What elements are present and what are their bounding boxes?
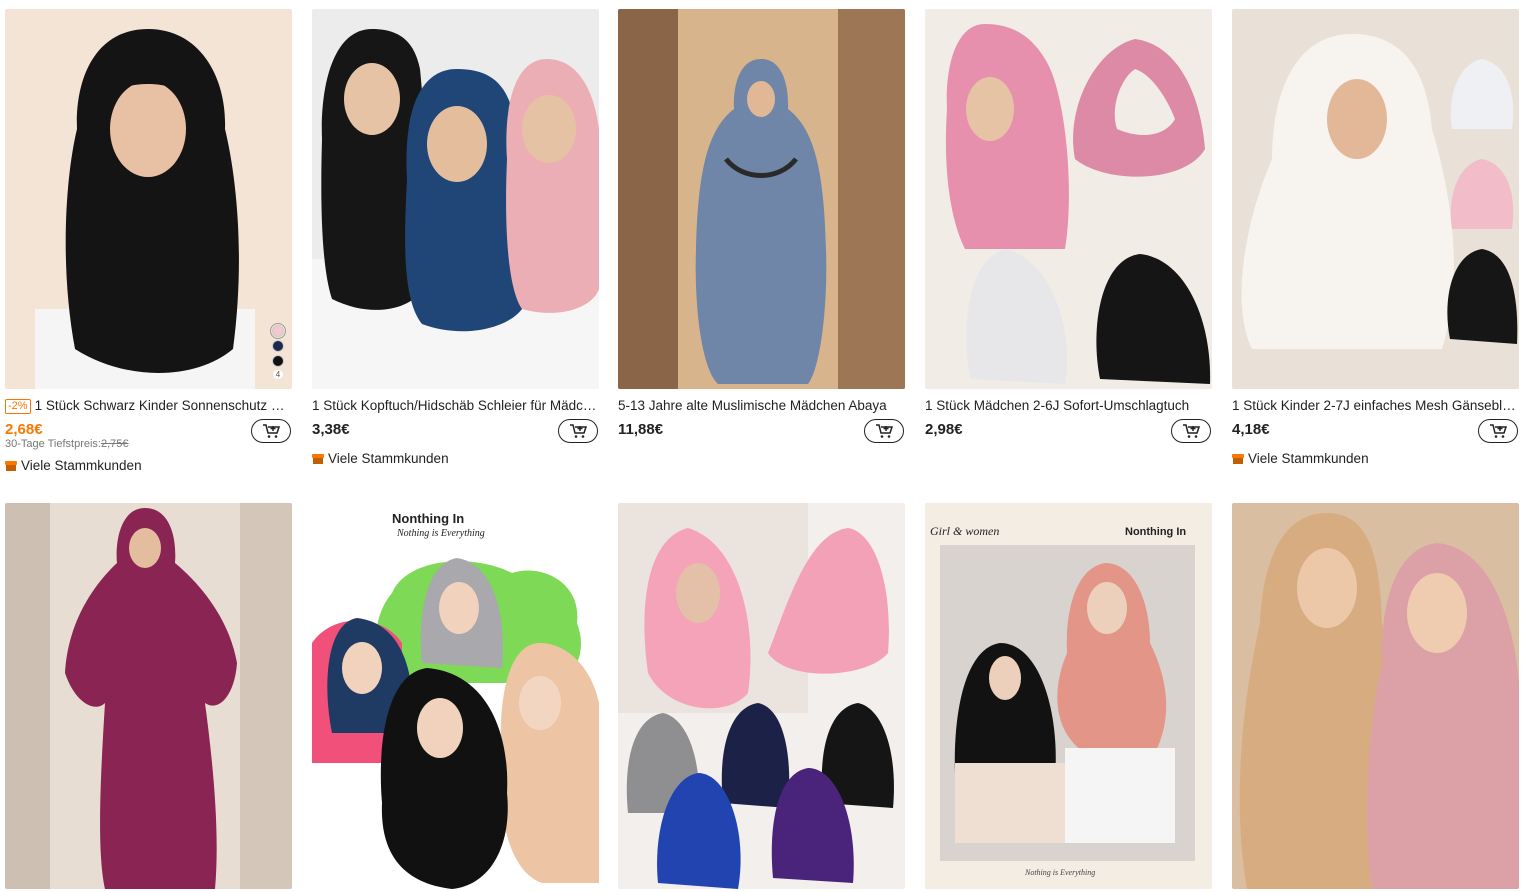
add-to-cart-button[interactable] bbox=[1171, 419, 1211, 443]
product-title[interactable]: 1 Stück Kopftuch/Hidschäb Schleier für M… bbox=[312, 397, 599, 414]
add-to-cart-icon bbox=[570, 424, 587, 438]
product-image[interactable] bbox=[618, 503, 905, 889]
store-icon bbox=[5, 460, 17, 471]
product-price: 4,18€ bbox=[1232, 421, 1270, 438]
product-image[interactable]: Girl & women Nonthing In Nothing is Ever… bbox=[925, 503, 1212, 889]
product-title[interactable]: 1 Stück Kinder 2-7J einfaches Mesh Gänse… bbox=[1232, 397, 1519, 414]
color-swatches: 4 bbox=[270, 323, 286, 379]
product-price: 2,98€ bbox=[925, 421, 963, 438]
swatch[interactable] bbox=[272, 340, 284, 352]
add-to-cart-button[interactable] bbox=[251, 419, 291, 443]
add-to-cart-button[interactable] bbox=[558, 419, 598, 443]
product-title[interactable]: -2% 1 Stück Schwarz Kinder Sonnenschutz H… bbox=[5, 397, 292, 414]
product-image[interactable] bbox=[5, 503, 292, 889]
add-to-cart-icon bbox=[1490, 424, 1507, 438]
swatch-count: 4 bbox=[272, 370, 284, 379]
product-image[interactable] bbox=[925, 9, 1212, 389]
discount-badge: -2% bbox=[5, 399, 31, 414]
customer-tag: Viele Stammkunden bbox=[5, 458, 142, 473]
lowest-price: 30-Tage Tiefstpreis:2,75€ bbox=[5, 438, 129, 450]
product-price: 2,68€ bbox=[5, 421, 43, 438]
add-to-cart-icon bbox=[263, 424, 280, 438]
product-image[interactable]: 4 bbox=[5, 9, 292, 389]
store-icon bbox=[1232, 453, 1244, 464]
add-to-cart-icon bbox=[1183, 424, 1200, 438]
customer-tag: Viele Stammkunden bbox=[312, 451, 449, 466]
product-title[interactable]: 5-13 Jahre alte Muslimische Mädchen Abay… bbox=[618, 397, 905, 414]
product-image[interactable]: Nonthing In Nothing is Everything bbox=[312, 503, 599, 889]
slogan-text: Nothing is Everything bbox=[396, 528, 485, 539]
product-image[interactable] bbox=[1232, 503, 1519, 889]
brand-text: Nonthing In bbox=[1125, 526, 1186, 538]
product-image[interactable] bbox=[618, 9, 905, 389]
add-to-cart-icon bbox=[876, 424, 893, 438]
swatch[interactable] bbox=[272, 355, 284, 367]
customer-tag: Viele Stammkunden bbox=[1232, 451, 1369, 466]
product-title[interactable]: 1 Stück Mädchen 2-6J Sofort-Umschlagtuch bbox=[925, 397, 1212, 414]
product-image[interactable] bbox=[1232, 9, 1519, 389]
brand-text: Nonthing In bbox=[392, 511, 464, 526]
store-icon bbox=[312, 453, 324, 464]
product-price: 11,88€ bbox=[618, 421, 664, 438]
slogan-text: Nothing is Everything bbox=[1024, 868, 1095, 877]
product-image[interactable] bbox=[312, 9, 599, 389]
swatch[interactable] bbox=[270, 323, 286, 339]
subtitle-text: Girl & women bbox=[930, 524, 999, 538]
add-to-cart-button[interactable] bbox=[1478, 419, 1518, 443]
add-to-cart-button[interactable] bbox=[864, 419, 904, 443]
product-price: 3,38€ bbox=[312, 421, 350, 438]
